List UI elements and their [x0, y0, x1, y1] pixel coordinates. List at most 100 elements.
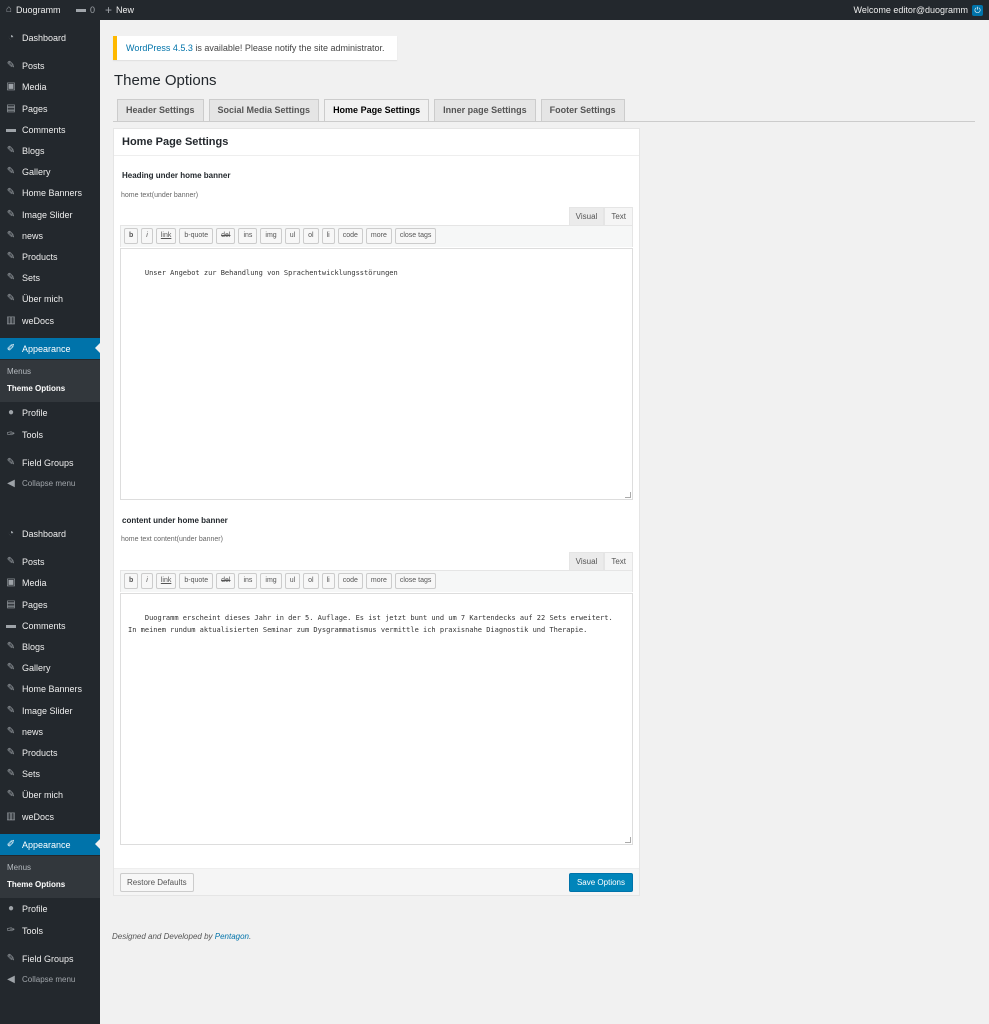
tab-header-settings[interactable]: Header Settings [117, 99, 204, 121]
sidebar-item-appearance[interactable]: ✐ Appearance [0, 834, 100, 855]
sidebar-item-pages[interactable]: ▤ Pages [0, 594, 100, 615]
sidebar-item-media[interactable]: ▣ Media [0, 76, 100, 97]
text-tab[interactable]: Text [604, 207, 633, 225]
resize-handle[interactable] [625, 492, 631, 498]
sidebar-item-blogs[interactable]: ✎ Blogs [0, 636, 100, 657]
sidebar-item-profile[interactable]: ● Profile [0, 402, 100, 423]
comment-icon: ▬ [6, 124, 16, 135]
submenu-theme-options[interactable]: Theme Options [0, 380, 100, 397]
field-desc-heading: home text(under banner) [121, 192, 199, 199]
collapse-menu-button[interactable]: ◀ Collapse menu [0, 473, 100, 494]
sidebar-item-field-groups[interactable]: ✎ Field Groups [0, 452, 100, 473]
qt-bquote-button[interactable]: b-quote [179, 228, 214, 244]
qt-bold-button[interactable]: b [124, 573, 139, 589]
submenu-menus[interactable]: Menus [0, 859, 100, 876]
sidebar-item-posts[interactable]: ✎ Posts [0, 55, 100, 76]
save-options-button[interactable]: Save Options [568, 873, 633, 892]
restore-defaults-button[interactable]: Restore Defaults [120, 873, 194, 892]
qt-more-button[interactable]: more [365, 573, 392, 589]
sidebar-item-label: Products [22, 747, 58, 758]
visual-tab[interactable]: Visual [568, 207, 605, 225]
tab-social-media-settings[interactable]: Social Media Settings [208, 99, 320, 121]
account-menu[interactable]: Welcome editor@duogramm ⏻ [853, 0, 983, 20]
sidebar-item-sets[interactable]: ✎ Sets [0, 267, 100, 288]
update-notice: WordPress 4.5.3 is available! Please not… [113, 36, 397, 60]
qt-img-button[interactable]: img [260, 573, 282, 589]
content-textarea[interactable]: Duogramm erscheint dieses Jahr in der 5.… [120, 593, 633, 845]
sidebar-item-tools[interactable]: ✑ Tools [0, 424, 100, 445]
tab-home-page-settings[interactable]: Home Page Settings [324, 99, 430, 122]
qt-bold-button[interactable]: b [124, 228, 139, 244]
pin-icon: ✎ [6, 726, 16, 737]
sidebar-item-tools[interactable]: ✑ Tools [0, 920, 100, 941]
sidebar-item--ber-mich[interactable]: ✎ Über mich [0, 288, 100, 309]
sidebar-item-label: Über mich [22, 789, 64, 800]
footer-link[interactable]: Pentagon [215, 932, 249, 941]
sidebar-item-news[interactable]: ✎ news [0, 225, 100, 246]
qt-ol-button[interactable]: ol [303, 573, 319, 589]
new-content-link[interactable]: + New [105, 0, 134, 20]
sidebar-item-home-banners[interactable]: ✎ Home Banners [0, 678, 100, 699]
collapse-menu-button[interactable]: ◀ Collapse menu [0, 969, 100, 990]
qt-del-button[interactable]: del [216, 573, 236, 589]
qt-close-tags-button[interactable]: close tags [394, 573, 437, 589]
sidebar-item-wedocs[interactable]: ▥ weDocs [0, 806, 100, 827]
sidebar-item-news[interactable]: ✎ news [0, 721, 100, 742]
qt-ul-button[interactable]: ul [284, 573, 301, 589]
sidebar-item-blogs[interactable]: ✎ Blogs [0, 140, 100, 161]
sidebar-item-profile[interactable]: ● Profile [0, 898, 100, 919]
sidebar-item-sets[interactable]: ✎ Sets [0, 763, 100, 784]
site-name-link[interactable]: ⌂ Duogramm [6, 0, 61, 20]
pin-icon: ✎ [6, 293, 16, 304]
collapse-label: Collapse menu [22, 479, 76, 488]
sidebar-item-label: Pages [22, 103, 48, 114]
qt-bquote-button[interactable]: b-quote [179, 573, 214, 589]
sidebar-item-dashboard[interactable]: ◔ Dashboard [0, 523, 100, 544]
sidebar-item-field-groups[interactable]: ✎ Field Groups [0, 948, 100, 969]
submenu-menus[interactable]: Menus [0, 363, 100, 380]
sidebar-item-image-slider[interactable]: ✎ Image Slider [0, 700, 100, 721]
sidebar-item-products[interactable]: ✎ Products [0, 246, 100, 267]
sidebar-item-posts[interactable]: ✎ Posts [0, 551, 100, 572]
qt-ins-button[interactable]: ins [238, 573, 258, 589]
qt-del-button[interactable]: del [216, 228, 236, 244]
qt-ins-button[interactable]: ins [238, 228, 258, 244]
sidebar-item--ber-mich[interactable]: ✎ Über mich [0, 784, 100, 805]
qt-link-button[interactable]: link [155, 573, 177, 589]
qt-img-button[interactable]: img [260, 228, 282, 244]
qt-more-button[interactable]: more [365, 228, 392, 244]
sidebar-item-wedocs[interactable]: ▥ weDocs [0, 310, 100, 331]
qt-li-button[interactable]: li [321, 228, 335, 244]
sidebar-item-comments[interactable]: ▬ Comments [0, 119, 100, 140]
qt-li-button[interactable]: li [321, 573, 335, 589]
sidebar-item-gallery[interactable]: ✎ Gallery [0, 657, 100, 678]
sidebar-item-gallery[interactable]: ✎ Gallery [0, 161, 100, 182]
update-link[interactable]: WordPress 4.5.3 [126, 43, 193, 53]
text-tab[interactable]: Text [604, 552, 633, 570]
comments-link[interactable]: ▬ 0 [76, 0, 95, 20]
qt-code-button[interactable]: code [337, 228, 363, 244]
qt-ul-button[interactable]: ul [284, 228, 301, 244]
qt-link-button[interactable]: link [155, 228, 177, 244]
qt-italic-button[interactable]: i [141, 228, 153, 244]
tab-inner-page-settings[interactable]: Inner page Settings [434, 99, 536, 121]
resize-handle[interactable] [625, 837, 631, 843]
sidebar-item-image-slider[interactable]: ✎ Image Slider [0, 204, 100, 225]
qt-close-tags-button[interactable]: close tags [394, 228, 437, 244]
admin-sidebar: ◔ Dashboard ✎ Posts ▣ Media ▤ Pages ▬ Comments ✎ Bl… [0, 20, 100, 1024]
sidebar-item-appearance[interactable]: ✐ Appearance [0, 338, 100, 359]
qt-italic-button[interactable]: i [141, 573, 153, 589]
tab-footer-settings[interactable]: Footer Settings [540, 99, 625, 121]
sidebar-item-label: Appearance [22, 343, 71, 354]
qt-code-button[interactable]: code [337, 573, 363, 589]
heading-textarea[interactable]: Unser Angebot zur Behandlung von Sprache… [120, 248, 633, 500]
visual-tab[interactable]: Visual [568, 552, 605, 570]
sidebar-item-products[interactable]: ✎ Products [0, 742, 100, 763]
sidebar-item-pages[interactable]: ▤ Pages [0, 98, 100, 119]
sidebar-item-comments[interactable]: ▬ Comments [0, 615, 100, 636]
submenu-theme-options[interactable]: Theme Options [0, 876, 100, 893]
sidebar-item-dashboard[interactable]: ◔ Dashboard [0, 27, 100, 48]
qt-ol-button[interactable]: ol [303, 228, 319, 244]
sidebar-item-media[interactable]: ▣ Media [0, 572, 100, 593]
sidebar-item-home-banners[interactable]: ✎ Home Banners [0, 182, 100, 203]
